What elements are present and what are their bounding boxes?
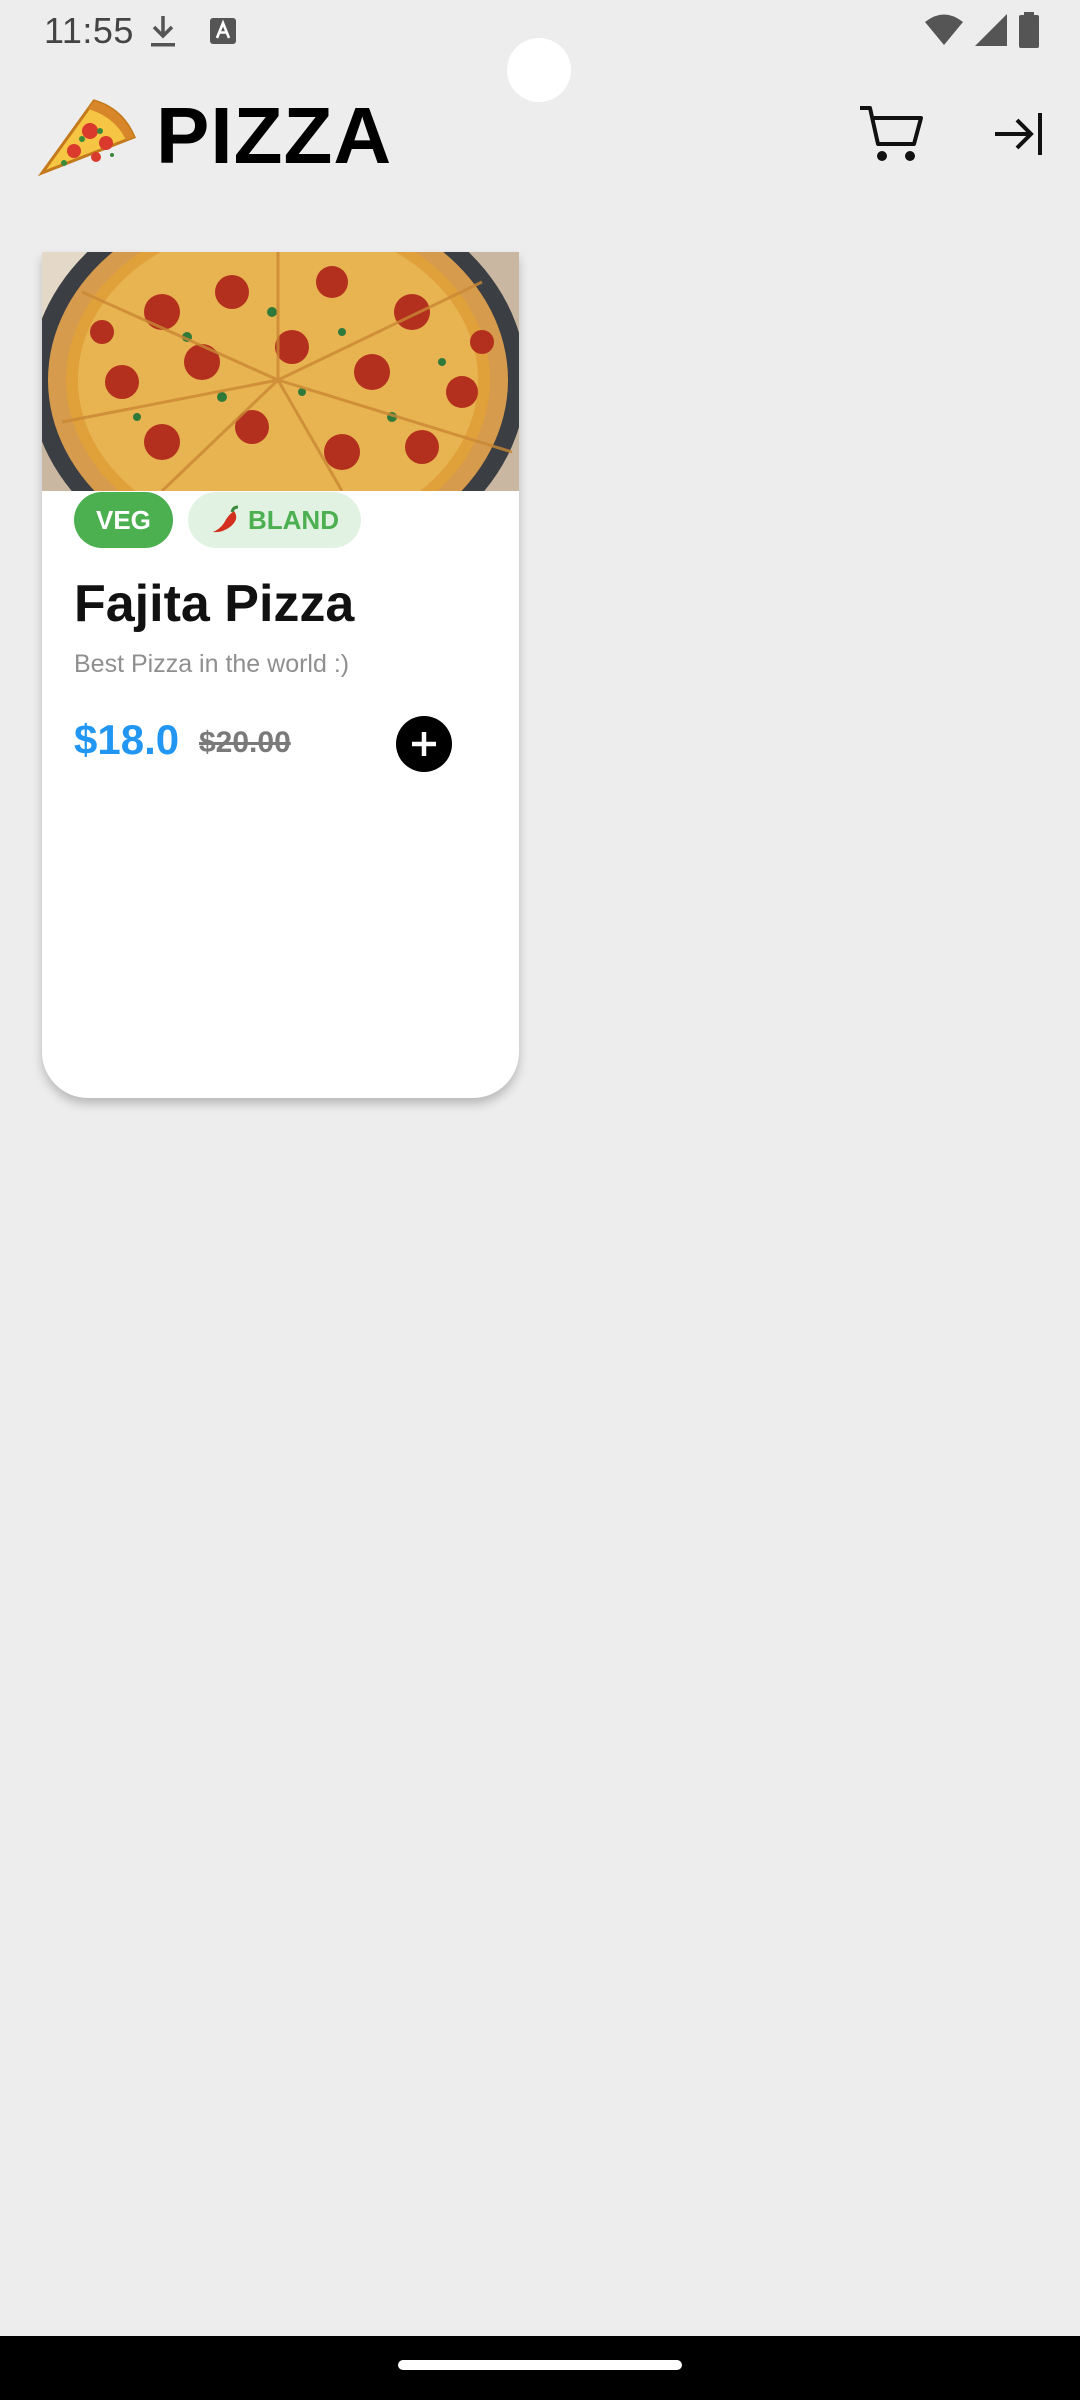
app-bar: PIZZA: [0, 85, 1080, 185]
veg-tag: VEG: [74, 492, 173, 548]
logout-button[interactable]: [986, 101, 1052, 167]
product-old-price: $20.00: [199, 726, 291, 759]
status-time: 11:55: [44, 10, 134, 51]
battery-icon: [1019, 12, 1039, 48]
status-system-icons: [924, 12, 1040, 48]
home-gesture-handle[interactable]: [398, 2360, 682, 2370]
cart-icon: [860, 106, 923, 161]
signal-icon: [975, 14, 1007, 46]
product-description: Best Pizza in the world :): [74, 650, 350, 678]
cart-button[interactable]: [856, 101, 926, 167]
chili-icon: [213, 505, 239, 533]
system-nav-bar: [0, 2336, 1080, 2400]
pepperoni-pizza-image: [42, 252, 519, 491]
app-title: PIZZA: [156, 91, 393, 180]
add-to-cart-button[interactable]: [396, 716, 452, 772]
pizza-slice-icon: [38, 99, 136, 177]
product-name: Fajita Pizza: [74, 575, 355, 633]
spice-label: BLAND: [248, 505, 339, 535]
logout-icon: [995, 113, 1042, 155]
text-a-icon: [210, 18, 236, 44]
add-circle-icon: [412, 732, 436, 756]
wifi-icon: [925, 14, 963, 45]
status-notification-icons: [148, 14, 236, 48]
product-price: $18.0: [74, 716, 180, 763]
product-card[interactable]: VEG BLAND Fajita Pizza Best Pizza in the…: [42, 252, 519, 1098]
spice-tag: BLAND: [188, 492, 361, 548]
download-icon: [151, 16, 175, 47]
